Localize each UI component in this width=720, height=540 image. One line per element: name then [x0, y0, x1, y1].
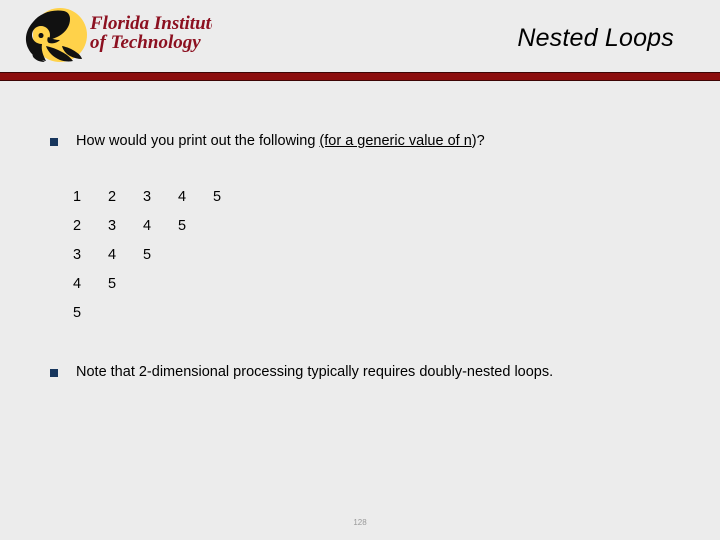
number-cell: 4 — [178, 189, 187, 205]
number-cell: 2 — [108, 189, 117, 205]
question-suffix: )? — [471, 133, 485, 149]
number-cell: 3 — [108, 218, 117, 234]
number-cell: 3 — [73, 247, 82, 263]
table-row: 3 4 5 — [73, 246, 248, 275]
bullet-item-note: Note that 2-dimensional processing typic… — [50, 362, 640, 383]
table-row: 1 2 3 4 5 — [73, 188, 248, 217]
number-cell: 2 — [73, 218, 82, 234]
square-bullet-icon — [50, 138, 58, 146]
number-cell: 5 — [178, 218, 187, 234]
number-cell: 4 — [73, 276, 82, 292]
question-underlined: (for a generic value of n — [319, 133, 472, 149]
logo-wordmark-line1: Florida Institute — [89, 13, 212, 34]
slide-body: How would you print out the following (f… — [0, 81, 720, 540]
page-title: Nested Loops — [517, 24, 674, 52]
page-number: 128 — [353, 518, 367, 527]
slide-canvas: Florida Institute of Technology Nested L… — [0, 0, 720, 540]
square-bullet-icon — [50, 369, 58, 377]
florida-tech-panther-logo: Florida Institute of Technology — [12, 6, 212, 64]
bullet-item-note-text: Note that 2-dimensional processing typic… — [76, 364, 554, 380]
table-row: 2 3 4 5 — [73, 217, 248, 246]
number-cell: 5 — [108, 276, 117, 292]
number-cell: 5 — [143, 247, 152, 263]
table-row: 5 — [73, 304, 248, 333]
logo-wordmark-line2: of Technology — [90, 32, 201, 53]
slide-header: Florida Institute of Technology Nested L… — [0, 0, 720, 72]
logo-svg: Florida Institute of Technology — [25, 8, 212, 62]
bullet-item-question: How would you print out the following (f… — [50, 131, 670, 152]
number-triangle: 12345 2345 345 45 5 — [73, 188, 248, 333]
number-cell: 5 — [73, 305, 82, 321]
bullet-item-question-text: How would you print out the following (f… — [76, 131, 485, 152]
number-cell: 1 — [73, 189, 82, 205]
number-cell: 4 — [143, 218, 152, 234]
header-accent-rule — [0, 72, 720, 81]
number-cell: 3 — [143, 189, 152, 205]
table-row: 45 — [73, 275, 248, 304]
number-cell: 5 — [213, 189, 222, 205]
number-cell: 4 — [108, 247, 117, 263]
question-prefix: How would you print out the following — [76, 133, 320, 149]
